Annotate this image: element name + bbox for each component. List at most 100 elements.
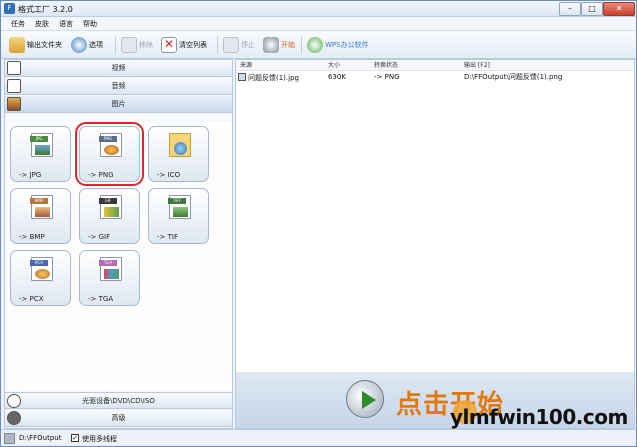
- info-icon: [174, 142, 187, 155]
- start-label: 开始: [281, 41, 295, 49]
- close-button[interactable]: ✕: [603, 2, 635, 16]
- picture-thumbnail-icon: [35, 207, 50, 217]
- task-table-header: [236, 60, 634, 71]
- toolbar-separator: [301, 36, 302, 54]
- output-folder-label: 输出文件夹: [27, 41, 62, 49]
- stop-label: 停止: [241, 41, 255, 49]
- tif-file-icon: TIFF: [168, 195, 191, 219]
- menu-bar: 任务 皮肤 语言 帮助: [1, 17, 636, 31]
- format-tif-button[interactable]: TIFF -> TIF: [148, 188, 209, 244]
- start-play-icon: [346, 380, 384, 418]
- row-source-cell: 问题反馈(1).jpg: [238, 73, 299, 83]
- multithread-label: 使用多线程: [82, 435, 117, 443]
- maximize-button[interactable]: □: [581, 2, 603, 16]
- ico-file-icon: [169, 133, 191, 157]
- status-bar: D:\FFOutput ✓ 使用多线程: [1, 429, 636, 446]
- app-logo-icon: F: [4, 3, 15, 14]
- format-ico-button[interactable]: -> ICO: [148, 126, 209, 182]
- format-label: -> GIF: [88, 233, 111, 241]
- landscape-icon: [35, 145, 50, 155]
- start-icon: [263, 37, 279, 53]
- format-jpg-button[interactable]: JPG -> JPG: [10, 126, 71, 182]
- format-tag: PCX: [30, 260, 48, 266]
- format-tag: GIF: [99, 198, 117, 204]
- format-gif-button[interactable]: GIF -> GIF: [79, 188, 140, 244]
- format-label: -> ICO: [157, 171, 181, 179]
- format-label: -> BMP: [19, 233, 45, 241]
- landscape-icon: [173, 207, 188, 217]
- format-tag: TIFF: [168, 198, 186, 204]
- format-pcx-button[interactable]: PCX -> PCX: [10, 250, 71, 306]
- clear-list-icon: ✕: [161, 37, 177, 53]
- format-pane: 视频 音频 图片 JPG -> JPG PNG -> PNG -> ICO BM…: [4, 59, 233, 429]
- category-advanced[interactable]: 高级: [5, 410, 232, 427]
- column-header-size[interactable]: 大小: [328, 60, 340, 71]
- folder-status-icon: [4, 433, 15, 444]
- row-status-cell: -> PNG: [374, 73, 400, 81]
- disc-icon: [7, 394, 21, 408]
- gif-file-icon: GIF: [99, 195, 122, 219]
- format-png-button[interactable]: PNG -> PNG: [75, 122, 144, 186]
- toolbar-separator: [217, 36, 218, 54]
- window-title: 格式工厂 3.2.0: [18, 5, 73, 14]
- menu-help[interactable]: 帮助: [83, 19, 97, 29]
- toolbar-separator: [115, 36, 116, 54]
- category-rom-device[interactable]: 光驱设备\DVD\CD\ISO: [5, 392, 232, 409]
- category-picture-label: 图片: [111, 100, 126, 108]
- format-tag: JPG: [30, 136, 48, 142]
- picture-icon: [7, 97, 21, 111]
- start-button[interactable]: 开始: [263, 35, 295, 55]
- output-path: D:\FFOutput: [19, 434, 62, 442]
- menu-skin[interactable]: 皮肤: [35, 19, 49, 29]
- color-blocks-icon: [104, 269, 119, 279]
- column-header-source[interactable]: 来源: [240, 60, 252, 71]
- stop-icon: [223, 37, 239, 53]
- app-window: F 格式工厂 3.2.0 – □ ✕ 任务 皮肤 语言 帮助 输出文件夹 选项 …: [0, 0, 637, 447]
- category-audio-label: 音频: [111, 82, 126, 90]
- row-output-cell: D:\FFOutput\问题反馈(1).png: [464, 73, 563, 81]
- video-icon: [7, 61, 21, 75]
- flower-icon: [104, 145, 119, 155]
- gear-icon: [7, 411, 21, 425]
- category-picture[interactable]: 图片: [5, 96, 232, 113]
- image-file-icon: [238, 73, 246, 81]
- format-label: -> TIF: [157, 233, 178, 241]
- clear-list-button[interactable]: ✕ 清空列表: [161, 35, 207, 55]
- remove-icon: [121, 37, 137, 53]
- stop-button[interactable]: 停止: [223, 35, 255, 55]
- row-source-text: 问题反馈(1).jpg: [248, 74, 299, 82]
- format-label: -> TGA: [88, 295, 114, 303]
- format-grid: JPG -> JPG PNG -> PNG -> ICO BMP -> BMP …: [5, 122, 232, 390]
- tga-file-icon: TGA: [99, 257, 122, 281]
- title-bar: F 格式工厂 3.2.0 – □ ✕: [1, 1, 636, 17]
- png-file-icon: PNG: [99, 133, 122, 157]
- category-video[interactable]: 视频: [5, 60, 232, 77]
- format-tga-button[interactable]: TGA -> TGA: [79, 250, 140, 306]
- format-label: -> PCX: [19, 295, 44, 303]
- bmp-file-icon: BMP: [30, 195, 53, 219]
- options-icon: [71, 37, 87, 53]
- options-button[interactable]: 选项: [71, 35, 103, 55]
- menu-task[interactable]: 任务: [11, 19, 25, 29]
- jpg-file-icon: JPG: [30, 133, 53, 157]
- category-audio[interactable]: 音频: [5, 78, 232, 95]
- folder-icon: [9, 37, 25, 53]
- format-bmp-button[interactable]: BMP -> BMP: [10, 188, 71, 244]
- row-size-cell: 630K: [328, 73, 346, 81]
- shapes-icon: [104, 207, 119, 217]
- pcx-file-icon: PCX: [30, 257, 53, 281]
- task-list-pane: 来源 大小 转换状态 输出 [F2] 问题反馈(1).jpg 630K -> P…: [235, 59, 635, 429]
- toolbar: 输出文件夹 选项 移除 ✕ 清空列表 停止 开始 WPS办公软件: [1, 31, 636, 59]
- minimize-button[interactable]: –: [559, 2, 581, 16]
- wps-button[interactable]: WPS办公软件: [307, 35, 369, 55]
- audio-icon: [7, 79, 21, 93]
- menu-language[interactable]: 语言: [59, 19, 73, 29]
- remove-button[interactable]: 移除: [121, 35, 153, 55]
- wps-label: WPS办公软件: [325, 41, 369, 49]
- options-label: 选项: [89, 41, 103, 49]
- column-header-output[interactable]: 输出 [F2]: [464, 60, 490, 71]
- clear-list-label: 清空列表: [179, 41, 207, 49]
- output-folder-button[interactable]: 输出文件夹: [9, 35, 62, 55]
- column-header-status[interactable]: 转换状态: [374, 60, 398, 71]
- multithread-checkbox[interactable]: ✓: [71, 434, 79, 442]
